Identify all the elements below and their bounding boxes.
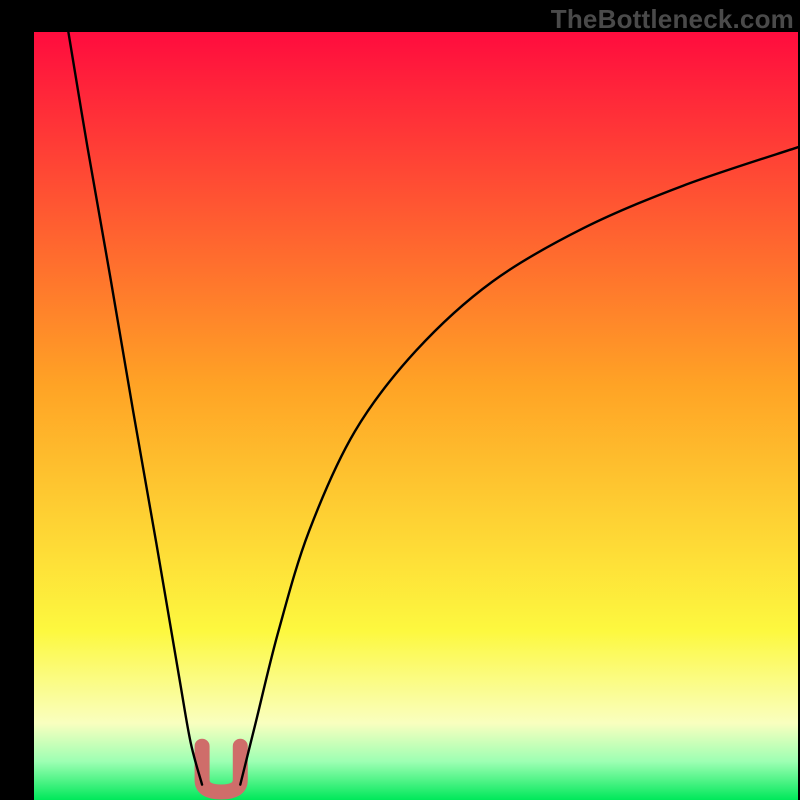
watermark-text: TheBottleneck.com <box>551 4 794 35</box>
chart-frame: TheBottleneck.com <box>0 0 800 800</box>
chart-svg <box>34 32 798 800</box>
plot-background <box>34 32 798 800</box>
